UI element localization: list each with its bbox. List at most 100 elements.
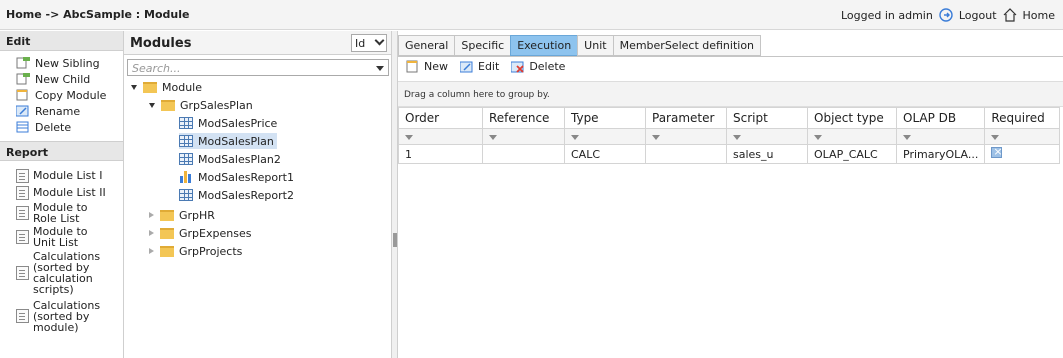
collapse-arrow-icon[interactable] xyxy=(149,248,154,254)
filter-icon[interactable] xyxy=(489,135,497,140)
filter-icon[interactable] xyxy=(991,135,1000,140)
rename-button[interactable]: Rename xyxy=(0,103,123,119)
report-label: Module to Role List xyxy=(33,201,88,225)
filter-cell[interactable] xyxy=(564,128,646,145)
delete-x-icon xyxy=(511,61,524,73)
report-label: Module List II xyxy=(33,186,106,199)
rename-label: Rename xyxy=(35,104,81,118)
breadcrumb: Home -> AbcSample : Module xyxy=(6,8,190,21)
dropdown-arrow-icon[interactable] xyxy=(376,66,384,71)
grid-header-row: Order Reference Type Parameter Script Ob… xyxy=(398,107,1061,129)
cell-object-type: OLAP_CALC xyxy=(807,144,897,164)
modules-title: Modules xyxy=(130,36,192,51)
tree-node-modsalesplan[interactable]: ModSalesPlan xyxy=(179,133,277,149)
column-header-order[interactable]: Order xyxy=(398,107,483,129)
filter-cell[interactable] xyxy=(895,128,986,145)
filter-icon[interactable] xyxy=(733,135,741,140)
filter-icon[interactable] xyxy=(652,135,660,140)
report-module-to-role[interactable]: Module to Role List xyxy=(0,201,123,225)
new-button[interactable]: New xyxy=(406,60,448,73)
filter-cell[interactable] xyxy=(984,128,1061,145)
filter-cell[interactable] xyxy=(807,128,897,145)
tree-node-label: ModSalesPlan xyxy=(198,134,274,148)
report-icon xyxy=(16,168,29,183)
filter-cell[interactable] xyxy=(482,128,565,145)
column-header-olap-db[interactable]: OLAP DB xyxy=(895,107,986,129)
table-icon xyxy=(179,189,193,201)
filter-cell[interactable] xyxy=(398,128,483,145)
tree-node-modsalesreport2[interactable]: ModSalesReport2 xyxy=(179,187,294,203)
new-sibling-button[interactable]: New Sibling xyxy=(0,55,123,71)
column-header-type[interactable]: Type xyxy=(564,107,646,129)
edit-button[interactable]: Edit xyxy=(460,60,499,73)
tree-node-label: ModSalesPrice xyxy=(198,116,278,130)
tab-specific[interactable]: Specific xyxy=(454,35,511,56)
tree-node-module[interactable]: Module xyxy=(131,79,202,95)
filter-icon[interactable] xyxy=(903,135,911,140)
folder-icon xyxy=(161,99,175,111)
copy-module-button[interactable]: Copy Module xyxy=(0,87,123,103)
report-calc-by-module[interactable]: Calculations (sorted by module) xyxy=(0,297,123,335)
edit-label: Edit xyxy=(478,60,500,73)
tree-node-modsalesreport1[interactable]: ModSalesReport1 xyxy=(179,169,294,185)
copy-module-label: Copy Module xyxy=(35,88,107,102)
column-header-object-type[interactable]: Object type xyxy=(807,107,897,129)
report-calc-by-script[interactable]: Calculations (sorted by calculation scri… xyxy=(0,249,123,297)
tab-general[interactable]: General xyxy=(398,35,455,56)
report-module-list-1[interactable]: Module List I xyxy=(0,167,123,184)
tree-node-modsalesplan2[interactable]: ModSalesPlan2 xyxy=(179,151,281,167)
tab-execution[interactable]: Execution xyxy=(510,35,578,56)
tree-node-modsalesprice[interactable]: ModSalesPrice xyxy=(179,115,277,131)
left-panel: Edit New Sibling New Child Copy Module R… xyxy=(0,31,124,358)
user-area: Logged in admin Logout Home xyxy=(841,8,1055,22)
report-module-to-unit[interactable]: Module to Unit List xyxy=(0,225,123,249)
tree-node-grpprojects[interactable]: GrpProjects xyxy=(149,243,242,259)
cell-type: CALC xyxy=(564,144,646,164)
tree-node-label: ModSalesReport1 xyxy=(198,170,294,184)
sort-select[interactable]: Id xyxy=(351,34,387,52)
new-icon xyxy=(406,60,418,73)
tree-node-grphr[interactable]: GrpHR xyxy=(149,207,215,223)
home-link[interactable]: Home xyxy=(1023,9,1055,22)
column-header-parameter[interactable]: Parameter xyxy=(645,107,727,129)
delete-button[interactable]: Delete xyxy=(511,60,565,73)
delete-module-button[interactable]: Delete xyxy=(0,119,123,135)
tree-node-label: GrpSalesPlan xyxy=(180,98,253,112)
top-bar: Home -> AbcSample : Module Logged in adm… xyxy=(0,0,1063,30)
column-header-reference[interactable]: Reference xyxy=(482,107,565,129)
cell-order: 1 xyxy=(398,144,483,164)
filter-icon[interactable] xyxy=(571,135,579,140)
collapse-arrow-icon[interactable] xyxy=(149,230,154,236)
tab-memberselect-definition[interactable]: MemberSelect definition xyxy=(612,35,762,56)
search-input[interactable]: Search... xyxy=(127,59,389,76)
required-checkbox[interactable] xyxy=(991,146,1003,158)
tree-node-label: GrpProjects xyxy=(179,244,243,258)
expand-arrow-icon[interactable] xyxy=(149,102,155,108)
column-header-script[interactable]: Script xyxy=(726,107,808,129)
new-child-button[interactable]: New Child xyxy=(0,71,123,87)
new-label: New xyxy=(424,60,448,73)
column-header-required[interactable]: Required xyxy=(984,107,1061,129)
report-module-list-2[interactable]: Module List II xyxy=(0,184,123,201)
filter-icon[interactable] xyxy=(405,135,413,140)
filter-cell[interactable] xyxy=(726,128,808,145)
logout-link[interactable]: Logout xyxy=(959,9,997,22)
report-section-title: Report xyxy=(0,141,123,161)
splitter-handle[interactable] xyxy=(393,233,397,247)
cell-reference xyxy=(482,144,565,164)
report-icon xyxy=(16,230,29,244)
tab-unit[interactable]: Unit xyxy=(577,35,613,56)
table-row[interactable]: 1 CALC sales_u OLAP_CALC PrimaryOLA... xyxy=(398,144,1061,164)
filter-icon[interactable] xyxy=(814,135,822,140)
filter-cell[interactable] xyxy=(645,128,727,145)
logout-icon[interactable] xyxy=(939,8,953,22)
tree-node-grpsalesplan[interactable]: GrpSalesPlan xyxy=(149,97,253,113)
tree-node-grpexpenses[interactable]: GrpExpenses xyxy=(149,225,251,241)
folder-icon xyxy=(160,245,174,257)
expand-arrow-icon[interactable] xyxy=(131,84,137,90)
report-icon xyxy=(16,206,29,220)
home-icon[interactable] xyxy=(1003,8,1017,22)
edit-icon xyxy=(460,61,473,73)
collapse-arrow-icon[interactable] xyxy=(149,212,154,218)
group-by-area[interactable]: Drag a column here to group by. xyxy=(398,81,1063,107)
